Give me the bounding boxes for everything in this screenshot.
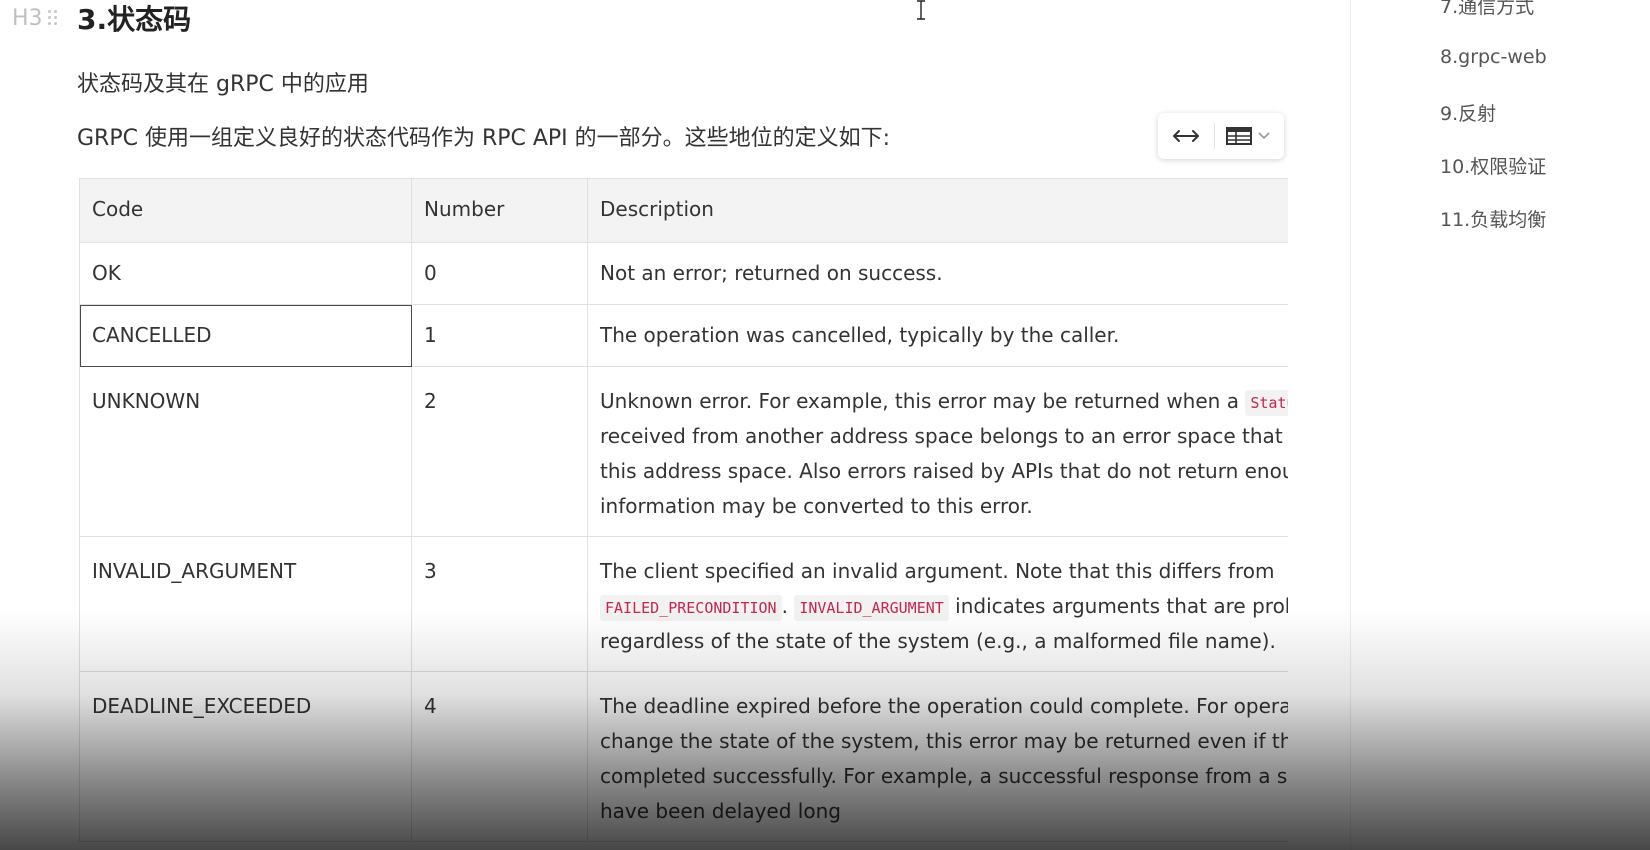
table-toolbar	[1158, 113, 1284, 159]
text-cursor-icon	[917, 0, 925, 20]
description-line: regardless of the state of the system (e…	[600, 629, 1276, 653]
cell-code[interactable]: UNKNOWN	[79, 366, 412, 537]
paragraph-intro[interactable]: 状态码及其在 gRPC 中的应用	[77, 66, 369, 98]
inline-code: FAILED_PRECONDITION	[600, 595, 782, 621]
table-row: OK 0 Not an error; returned on success.	[79, 242, 1288, 305]
description-line: information may be converted to this err…	[600, 494, 1033, 518]
cell-description[interactable]: Unknown error. For example, this error m…	[587, 366, 1288, 537]
description-line: received from another address space belo…	[600, 424, 1288, 448]
description-line: The deadline expired before the operatio…	[600, 694, 1288, 718]
description-line: have been delayed long	[600, 799, 841, 823]
inline-code: INVALID_ARGUMENT	[794, 595, 949, 621]
cell-description[interactable]: The client specified an invalid argument…	[587, 536, 1288, 672]
chevron-down-icon	[1258, 132, 1270, 140]
description-text: Unknown error. For example, this error m…	[600, 389, 1246, 413]
section-heading[interactable]: 3.状态码	[77, 2, 191, 38]
outline-item-7[interactable]: 7.通信方式	[1440, 0, 1534, 19]
outline-item-11[interactable]: 11.负载均衡	[1440, 205, 1546, 232]
cell-number[interactable]: 1	[411, 304, 588, 367]
table-row: INVALID_ARGUMENT 3 The client specified …	[79, 536, 1288, 672]
editor-area: H3 3.状态码 状态码及其在 gRPC 中的应用 GRPC 使用一组定义良好的…	[0, 0, 1350, 850]
description-line: this address space. Also errors raised b…	[600, 459, 1288, 483]
cell-description[interactable]: Not an error; returned on success.	[587, 242, 1288, 305]
cell-number[interactable]: 4	[411, 671, 588, 842]
description-line: change the state of the system, this err…	[600, 729, 1288, 753]
heading-level-marker: H3	[12, 6, 43, 31]
description-line: FAILED_PRECONDITION. INVALID_ARGUMENT in…	[600, 589, 1288, 624]
cell-description[interactable]: The deadline expired before the operatio…	[587, 671, 1288, 842]
header-number[interactable]: Number	[411, 178, 588, 243]
outline-item-8[interactable]: 8.grpc-web	[1440, 46, 1547, 68]
table-icon	[1226, 127, 1252, 145]
cell-code-selected[interactable]: CANCELLED	[79, 304, 412, 367]
cell-number[interactable]: 0	[411, 242, 588, 305]
description-line: Unknown error. For example, this error m…	[600, 384, 1288, 419]
drag-handle-icon[interactable]	[48, 8, 60, 28]
table-width-button[interactable]	[1158, 113, 1214, 159]
cell-description[interactable]: The operation was cancelled, typically b…	[587, 304, 1288, 367]
description-line: completed successfully. For example, a s…	[600, 764, 1288, 788]
header-code[interactable]: Code	[79, 178, 412, 243]
paragraph-description[interactable]: GRPC 使用一组定义良好的状态代码作为 RPC API 的一部分。这些地位的定…	[77, 120, 890, 152]
cell-code[interactable]: DEADLINE_EXCEEDED	[79, 671, 412, 842]
description-line: The client specified an invalid argument…	[600, 559, 1275, 583]
header-description[interactable]: Description	[587, 178, 1288, 243]
table-row: CANCELLED 1 The operation was cancelled,…	[79, 304, 1288, 367]
table-row: DEADLINE_EXCEEDED 4 The deadline expired…	[79, 671, 1288, 842]
table-row: UNKNOWN 2 Unknown error. For example, th…	[79, 366, 1288, 537]
outline-sidebar: 7.通信方式 8.grpc-web 9.反射 10.权限验证 11.负载均衡	[1350, 0, 1650, 850]
cell-code[interactable]: OK	[79, 242, 412, 305]
cell-number[interactable]: 3	[411, 536, 588, 672]
table-options-button[interactable]	[1215, 113, 1281, 159]
arrows-horizontal-icon	[1173, 130, 1199, 142]
cell-number[interactable]: 2	[411, 366, 588, 537]
description-text: .	[781, 594, 795, 618]
cell-code[interactable]: INVALID_ARGUMENT	[79, 536, 412, 672]
description-text: indicates arguments that are problematic	[955, 594, 1288, 618]
outline-item-10[interactable]: 10.权限验证	[1440, 152, 1546, 179]
inline-code: Status	[1245, 390, 1288, 416]
outline-item-9[interactable]: 9.反射	[1440, 99, 1496, 126]
table-header-row: Code Number Description	[79, 178, 1288, 243]
status-code-table: Code Number Description OK 0 Not an erro…	[79, 178, 1288, 850]
